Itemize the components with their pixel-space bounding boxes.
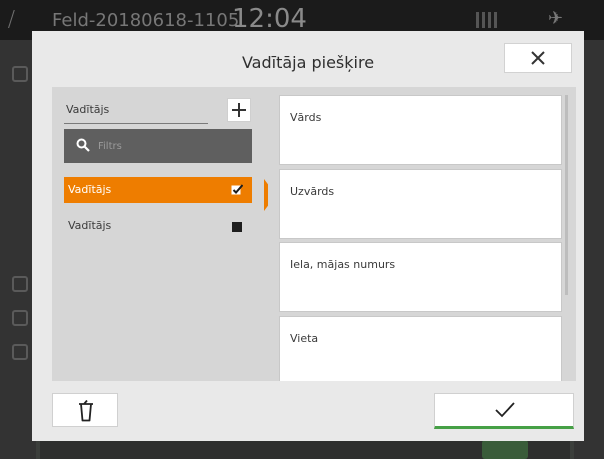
street-address-label: Iela, mājas numurs	[290, 258, 396, 271]
background-status-button	[482, 440, 528, 459]
last-name-field[interactable]: Uzvārds	[279, 169, 562, 239]
city-field[interactable]: Vieta	[279, 316, 562, 381]
close-button[interactable]	[504, 43, 572, 73]
search-input[interactable]	[98, 137, 238, 155]
operator-list-header: Vadītājs	[64, 101, 208, 124]
city-label: Vieta	[290, 332, 319, 345]
menu-icon	[12, 66, 28, 82]
app-logo-icon: ⧸	[8, 7, 15, 31]
details-scrollbar[interactable]	[565, 95, 568, 295]
first-name-field[interactable]: Vārds	[279, 95, 562, 165]
confirm-button[interactable]	[434, 393, 574, 429]
operator-assignment-dialog: Vadītāja piešķire Vadītājs Vadītājs	[32, 31, 584, 441]
operator-details-panel: Vārds Uzvārds Iela, mājas numurs Vieta	[268, 87, 576, 381]
delete-button[interactable]	[52, 393, 118, 427]
plus-icon	[232, 103, 246, 117]
first-name-label: Vārds	[290, 111, 322, 124]
operator-list-item-label: Vadītājs	[68, 219, 112, 232]
background-left-toolbar	[0, 40, 36, 459]
last-name-label: Uzvārds	[290, 185, 335, 198]
search-icon	[76, 138, 90, 152]
operator-list-item-selected[interactable]: Vadītājs	[64, 177, 252, 203]
background-title: Feld-20180618-1105	[52, 10, 240, 31]
operator-list-item-label: Vadītājs	[68, 183, 112, 196]
home-icon	[12, 276, 28, 292]
background-clock: 12:04	[232, 4, 307, 34]
trash-icon	[79, 400, 93, 422]
street-address-field[interactable]: Iela, mājas numurs	[279, 242, 562, 312]
wrench-icon	[12, 344, 28, 360]
operator-list-item[interactable]: Vadītājs	[64, 213, 252, 239]
operator-list-header-label: Vadītājs	[66, 103, 110, 116]
search-bar	[64, 129, 252, 163]
close-icon	[531, 51, 545, 65]
dialog-title: Vadītāja piešķire	[241, 53, 375, 72]
square-icon[interactable]	[232, 222, 242, 232]
operator-list-panel: Vadītājs Vadītājs Vadītājs	[52, 87, 294, 381]
checkbox-checked-icon[interactable]	[231, 184, 243, 195]
add-operator-button[interactable]	[227, 98, 251, 122]
signal-strength-icon	[476, 12, 498, 28]
tool-icon	[12, 310, 28, 326]
checkmark-icon	[495, 402, 515, 418]
